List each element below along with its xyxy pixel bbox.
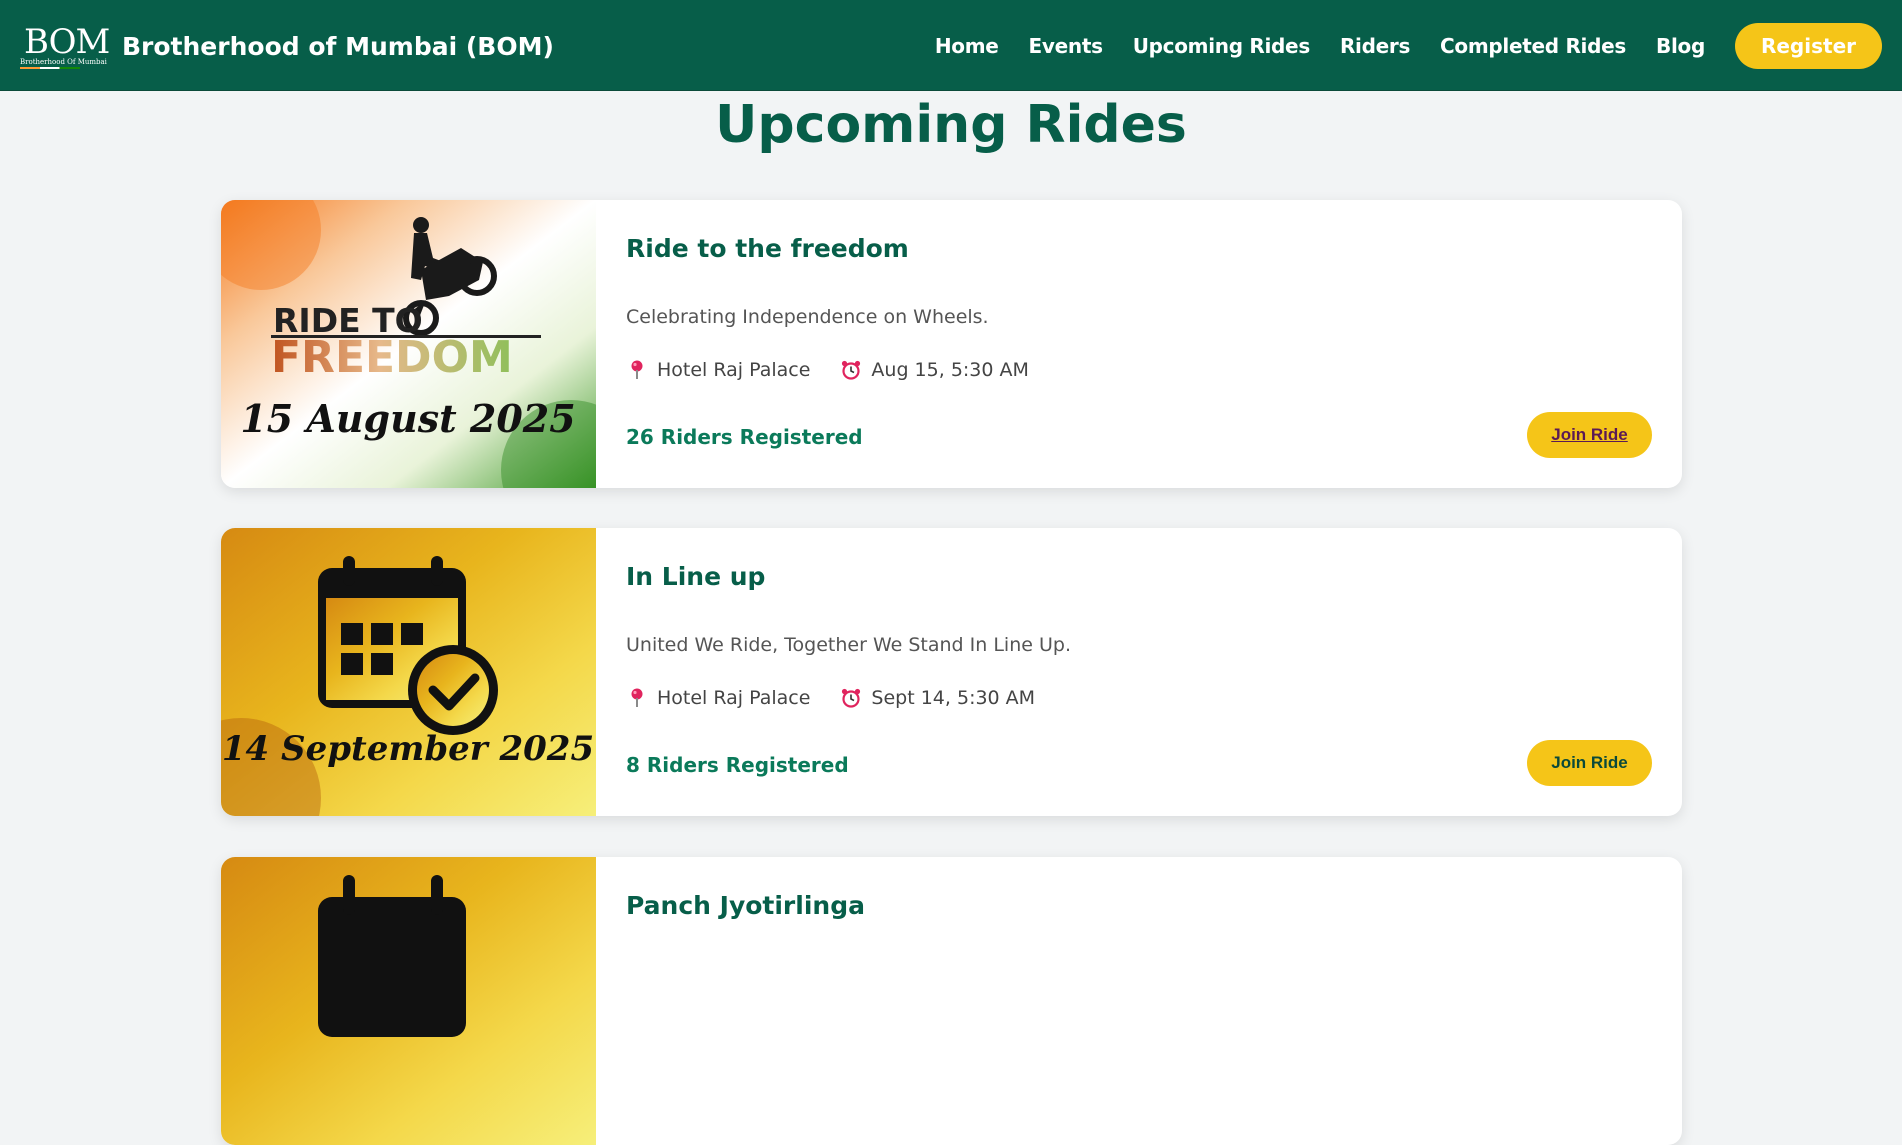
datetime-text: Sept 14, 5:30 AM <box>871 687 1036 709</box>
ride-poster-freedom: RIDE TO FREEDOM 15 August 2025 <box>221 200 596 488</box>
logo-subtext: Brotherhood Of Mumbai <box>20 58 107 66</box>
logo-tricolor-underline <box>20 67 80 69</box>
pin-icon <box>631 688 643 707</box>
pin-icon <box>631 360 643 379</box>
ride-datetime: Aug 15, 5:30 AM <box>840 359 1029 381</box>
ride-title[interactable]: In Line up <box>626 562 765 591</box>
brand[interactable]: BOM Brotherhood Of Mumbai Brotherhood of… <box>18 22 554 70</box>
poster-date: 14 September 2025 <box>222 729 594 769</box>
alarm-clock-icon <box>842 688 861 708</box>
register-button[interactable]: Register <box>1734 22 1882 69</box>
ride-card: RIDE TO FREEDOM 15 August 2025 Ride to t… <box>221 200 1682 488</box>
alarm-clock-icon <box>842 360 861 380</box>
nav-blog[interactable]: Blog <box>1656 34 1705 58</box>
ride-card: Panch Jyotirlinga <box>221 857 1682 1145</box>
join-ride-button[interactable]: Join Ride <box>1527 740 1652 786</box>
ride-card-body: In Line up United We Ride, Together We S… <box>626 528 1652 816</box>
lineup-poster-image: 14 September 2025 <box>221 528 596 816</box>
ride-description: United We Ride, Together We Stand In Lin… <box>626 634 1071 656</box>
ride-poster-panch <box>221 857 596 1145</box>
poster-line2: FREEDOM <box>271 332 513 383</box>
join-ride-button[interactable]: Join Ride <box>1527 412 1652 458</box>
ride-card: 14 September 2025 In Line up United We R… <box>221 528 1682 816</box>
riders-registered: 8 Riders Registered <box>626 753 849 777</box>
ride-title[interactable]: Ride to the freedom <box>626 234 909 263</box>
logo-text: BOM <box>24 22 110 62</box>
nav-home[interactable]: Home <box>935 34 999 58</box>
freedom-poster-image: RIDE TO FREEDOM 15 August 2025 <box>221 200 596 488</box>
poster-date: 15 August 2025 <box>240 396 575 441</box>
ride-card-body: Panch Jyotirlinga <box>626 857 1652 1145</box>
riders-registered: 26 Riders Registered <box>626 425 863 449</box>
ride-poster-lineup: 14 September 2025 <box>221 528 596 816</box>
ride-meta: Hotel Raj Palace Aug 15, 5:30 AM <box>626 359 1059 381</box>
ride-location: Hotel Raj Palace <box>626 359 810 381</box>
nav-completed-rides[interactable]: Completed Rides <box>1440 34 1626 58</box>
nav-upcoming-rides[interactable]: Upcoming Rides <box>1133 34 1311 58</box>
ride-card-body: Ride to the freedom Celebrating Independ… <box>626 200 1652 488</box>
page-title: Upcoming Rides <box>715 95 1187 155</box>
location-text: Hotel Raj Palace <box>657 687 811 709</box>
nav-riders[interactable]: Riders <box>1340 34 1410 58</box>
ride-location: Hotel Raj Palace <box>626 687 810 709</box>
top-navbar: BOM Brotherhood Of Mumbai Brotherhood of… <box>0 0 1902 91</box>
panch-poster-image <box>221 857 596 1145</box>
ride-title[interactable]: Panch Jyotirlinga <box>626 891 865 920</box>
site-title[interactable]: Brotherhood of Mumbai (BOM) <box>122 32 554 61</box>
nav-events[interactable]: Events <box>1029 34 1103 58</box>
location-text: Hotel Raj Palace <box>657 359 811 381</box>
datetime-text: Aug 15, 5:30 AM <box>871 359 1029 381</box>
ride-datetime: Sept 14, 5:30 AM <box>840 687 1035 709</box>
ride-meta: Hotel Raj Palace Sept 14, 5:30 AM <box>626 687 1065 709</box>
main-nav: Home Events Upcoming Rides Riders Comple… <box>905 0 1882 91</box>
ride-description: Celebrating Independence on Wheels. <box>626 306 989 328</box>
bom-logo[interactable]: BOM Brotherhood Of Mumbai <box>18 22 110 70</box>
